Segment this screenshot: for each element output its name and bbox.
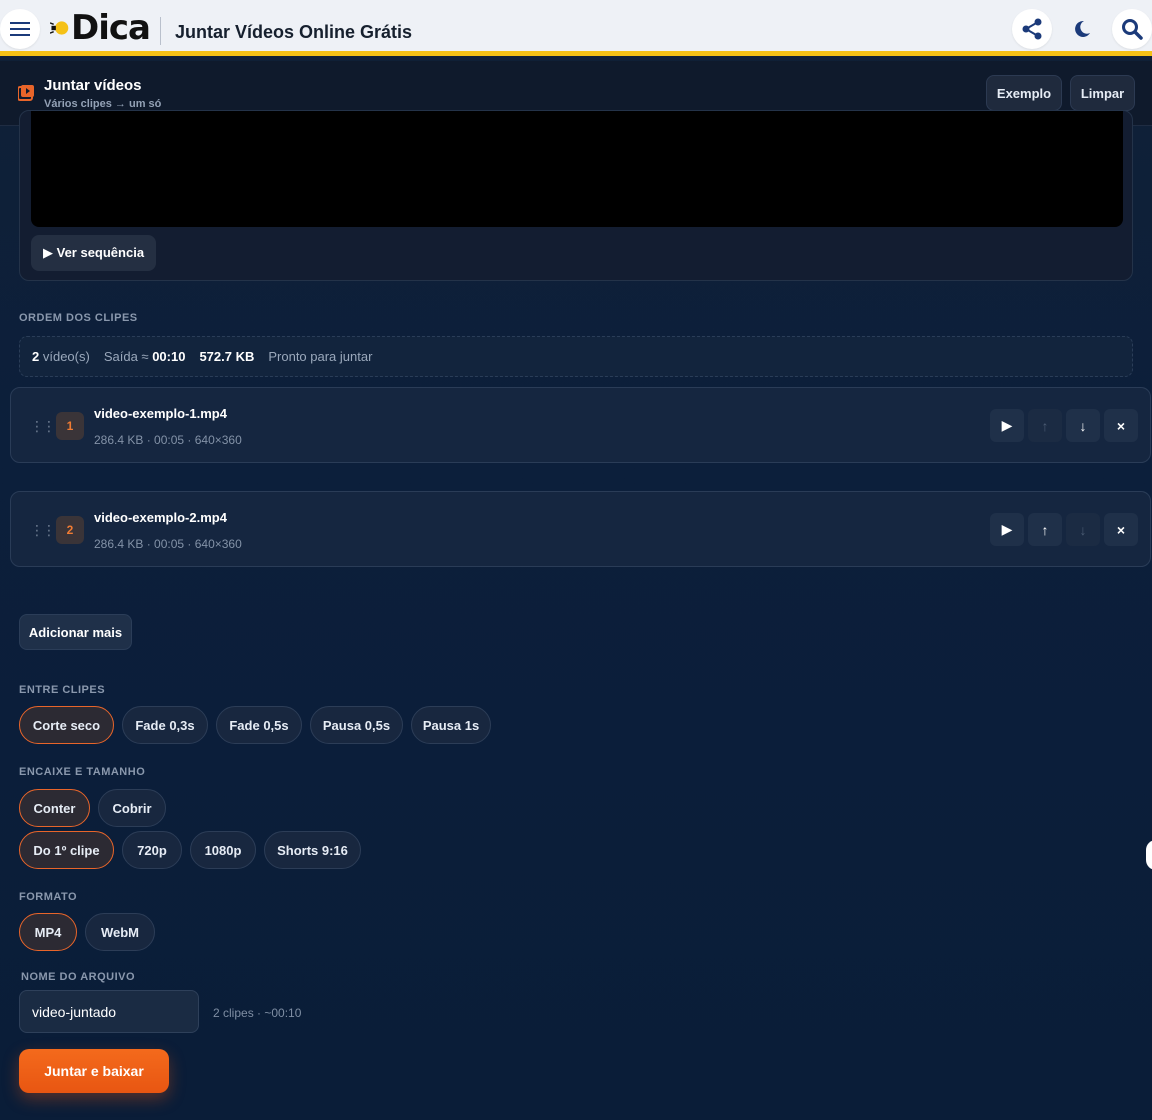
clip-meta: 286.4 KB · 00:05 · 640×360 xyxy=(94,433,242,447)
theme-toggle-button[interactable] xyxy=(1062,9,1102,49)
search-button[interactable] xyxy=(1112,9,1152,49)
size-option-first-clip[interactable]: Do 1º clipe xyxy=(19,831,114,869)
output-duration: 00:10 xyxy=(152,349,186,364)
clip-number: 1 xyxy=(56,412,84,440)
share-icon xyxy=(1022,18,1042,40)
preview-card: ▶ Ver sequência xyxy=(19,110,1133,281)
clip-order-label: ORDEM DOS CLIPES xyxy=(19,312,138,324)
video-preview[interactable] xyxy=(31,111,1123,227)
arrow-up-icon: ↑ xyxy=(1041,417,1049,434)
fit-option-cover[interactable]: Cobrir xyxy=(98,789,166,827)
search-icon xyxy=(1122,19,1143,40)
size-option-720p[interactable]: 720p xyxy=(122,831,182,869)
clip-number: 2 xyxy=(56,516,84,544)
remove-clip-button[interactable]: × xyxy=(1104,409,1138,442)
arrow-up-icon: ↑ xyxy=(1041,521,1049,538)
clip-row[interactable]: ⋮⋮ 1 video-exemplo-1.mp4 286.4 KB · 00:0… xyxy=(10,387,1151,463)
lightbulb-icon xyxy=(50,21,69,35)
clip-name: video-exemplo-2.mp4 xyxy=(94,510,227,525)
play-clip-button[interactable]: ▶ xyxy=(990,513,1024,546)
fit-size-label: ENCAIXE E TAMANHO xyxy=(19,766,146,778)
format-label: FORMATO xyxy=(19,891,78,903)
remove-clip-button[interactable]: × xyxy=(1104,513,1138,546)
play-clip-button[interactable]: ▶ xyxy=(990,409,1024,442)
play-icon: ▶ xyxy=(1001,417,1013,433)
transitions-label: ENTRE CLIPES xyxy=(19,684,106,696)
filename-info: 2 clipes · ~00:10 xyxy=(213,1006,302,1020)
filename-input[interactable] xyxy=(19,990,199,1033)
play-icon: ▶ xyxy=(1001,521,1013,537)
share-button[interactable] xyxy=(1012,9,1052,49)
video-count: 2 xyxy=(32,349,40,364)
filename-label: NOME DO ARQUIVO xyxy=(21,971,136,983)
transition-option-pause-1[interactable]: Pausa 1s xyxy=(411,706,491,744)
join-download-button[interactable]: Juntar e baixar xyxy=(19,1049,169,1093)
transition-option-fade-03[interactable]: Fade 0,3s xyxy=(122,706,208,744)
video-icon xyxy=(18,85,34,101)
video-count-suffix: vídeo(s) xyxy=(42,349,90,364)
site-header: Dica Juntar Vídeos Online Grátis xyxy=(0,0,1152,56)
moon-icon xyxy=(1075,20,1090,37)
menu-button[interactable] xyxy=(0,9,40,49)
tool-subtitle: Vários clipes → um só xyxy=(44,98,162,110)
clips-summary: 2 vídeo(s) Saída ≈ 00:10 572.7 KB Pronto… xyxy=(19,336,1133,377)
arrow-down-icon: ↓ xyxy=(1079,521,1087,538)
transition-option-fade-05[interactable]: Fade 0,5s xyxy=(216,706,302,744)
move-down-button[interactable]: ↓ xyxy=(1066,513,1100,546)
page-title: Juntar Vídeos Online Grátis xyxy=(175,22,413,42)
drag-handle-icon[interactable]: ⋮⋮ xyxy=(30,522,56,539)
total-size: 572.7 KB xyxy=(199,349,255,364)
format-option-webm[interactable]: WebM xyxy=(85,913,155,951)
add-more-button[interactable]: Adicionar mais xyxy=(19,614,132,650)
view-sequence-button[interactable]: ▶ Ver sequência xyxy=(31,235,157,271)
clip-row[interactable]: ⋮⋮ 2 video-exemplo-2.mp4 286.4 KB · 00:0… xyxy=(10,491,1151,567)
arrow-down-icon: ↓ xyxy=(1079,417,1087,434)
side-tab-handle[interactable] xyxy=(1146,840,1152,870)
clip-meta: 286.4 KB · 00:05 · 640×360 xyxy=(94,537,242,551)
close-icon: × xyxy=(1116,417,1126,434)
transition-option-pause-05[interactable]: Pausa 0,5s xyxy=(310,706,403,744)
site-logo[interactable]: Dica xyxy=(50,8,151,48)
transition-option-cut[interactable]: Corte seco xyxy=(19,706,114,744)
tool-title: Juntar vídeos xyxy=(44,77,142,94)
format-option-mp4[interactable]: MP4 xyxy=(19,913,77,951)
example-button[interactable]: Exemplo xyxy=(986,75,1062,111)
clip-name: video-exemplo-1.mp4 xyxy=(94,406,227,421)
close-icon: × xyxy=(1116,521,1126,538)
clear-button[interactable]: Limpar xyxy=(1070,75,1135,111)
hamburger-icon xyxy=(10,22,30,36)
move-down-button[interactable]: ↓ xyxy=(1066,409,1100,442)
output-label: Saída ≈ xyxy=(103,349,149,364)
logo-text: Dica xyxy=(71,8,151,48)
size-option-shorts[interactable]: Shorts 9:16 xyxy=(264,831,361,869)
size-option-1080p[interactable]: 1080p xyxy=(190,831,256,869)
drag-handle-icon[interactable]: ⋮⋮ xyxy=(30,418,56,435)
move-up-button[interactable]: ↑ xyxy=(1028,409,1062,442)
fit-option-contain[interactable]: Conter xyxy=(19,789,90,827)
header-divider xyxy=(160,17,161,45)
move-up-button[interactable]: ↑ xyxy=(1028,513,1062,546)
status-text: Pronto para juntar xyxy=(268,349,373,364)
